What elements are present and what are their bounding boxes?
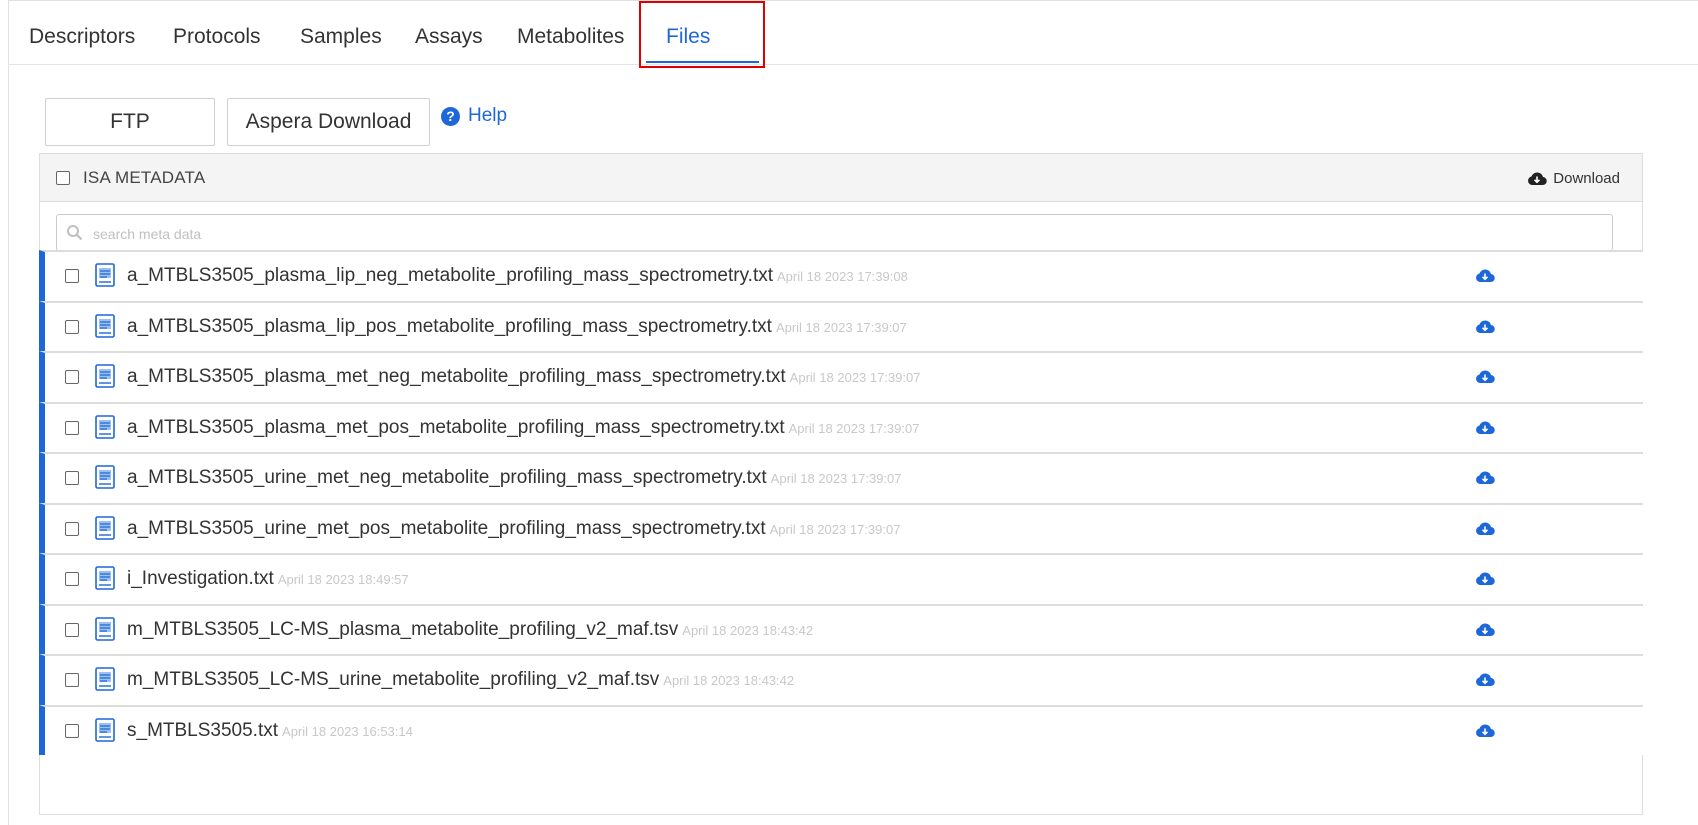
- cloud-download-icon[interactable]: [1475, 369, 1495, 384]
- file-date: April 18 2023 16:53:14: [282, 723, 413, 739]
- file-name[interactable]: s_MTBLS3505.txt April 18 2023 16:53:14: [127, 720, 413, 742]
- document-icon: [95, 313, 115, 338]
- cloud-download-icon[interactable]: [1475, 470, 1495, 485]
- file-name-text[interactable]: s_MTBLS3505.txt: [127, 720, 278, 741]
- file-date: April 18 2023 17:39:08: [777, 269, 908, 284]
- document-icon: [95, 465, 115, 489]
- file-name[interactable]: a_MTBLS3505_plasma_lip_neg_metabolite_pr…: [127, 265, 908, 287]
- ftp-download-button[interactable]: FTP Download: [45, 98, 215, 179]
- file-row[interactable]: a_MTBLS3505_plasma_met_pos_metabolite_pr…: [39, 401, 1643, 452]
- file-checkbox[interactable]: [65, 572, 79, 586]
- cloud-download-icon[interactable]: [1475, 672, 1495, 687]
- file-date: April 18 2023 17:39:07: [788, 420, 920, 436]
- tab-assays[interactable]: Assays: [415, 25, 483, 49]
- file-row[interactable]: a_MTBLS3505_plasma_met_neg_metabolite_pr…: [39, 351, 1643, 402]
- tab-descriptors[interactable]: Descriptors: [29, 25, 135, 49]
- search-icon: [67, 225, 83, 241]
- question-circle-icon: ?: [441, 106, 460, 126]
- file-row[interactable]: m_MTBLS3505_LC-MS_plasma_metabolite_prof…: [39, 603, 1643, 654]
- tab-samples[interactable]: Samples: [300, 25, 382, 49]
- document-icon: [95, 667, 115, 691]
- tab-metabolites[interactable]: Metabolites: [517, 25, 624, 49]
- file-date: April 18 2023 17:39:07: [775, 319, 907, 335]
- select-all-checkbox[interactable]: [56, 171, 70, 185]
- file-name[interactable]: a_MTBLS3505_urine_met_pos_metabolite_pro…: [127, 518, 900, 540]
- cloud-download-icon[interactable]: [1475, 521, 1495, 536]
- cloud-download-icon: [1528, 172, 1548, 186]
- file-date: April 18 2023 18:49:57: [277, 572, 409, 587]
- page-frame: Descriptors Protocols Samples Assays Met…: [8, 0, 1698, 825]
- file-checkbox[interactable]: [65, 370, 79, 384]
- search-field[interactable]: [56, 214, 1613, 252]
- file-name[interactable]: a_MTBLS3505_plasma_met_neg_metabolite_pr…: [127, 366, 921, 388]
- panel-header: ISA METADATA Download: [40, 154, 1642, 202]
- cloud-download-icon[interactable]: [1475, 319, 1495, 334]
- document-icon: [95, 515, 115, 540]
- file-name[interactable]: a_MTBLS3505_urine_met_neg_metabolite_pro…: [127, 467, 902, 489]
- document-icon: [95, 616, 115, 641]
- file-name-text[interactable]: i_Investigation.txt: [127, 568, 274, 589]
- file-checkbox[interactable]: [65, 521, 79, 536]
- file-checkbox[interactable]: [65, 673, 79, 687]
- file-row[interactable]: a_MTBLS3505_plasma_lip_neg_metabolite_pr…: [39, 250, 1643, 301]
- file-name-text[interactable]: a_MTBLS3505_plasma_lip_neg_metabolite_pr…: [127, 265, 773, 286]
- file-checkbox[interactable]: [65, 269, 79, 283]
- file-row[interactable]: a_MTBLS3505_plasma_lip_pos_metabolite_pr…: [39, 300, 1643, 351]
- file-row[interactable]: a_MTBLS3505_urine_met_pos_metabolite_pro…: [39, 502, 1643, 553]
- file-list: a_MTBLS3505_plasma_lip_neg_metabolite_pr…: [39, 250, 1643, 755]
- tab-bar: Descriptors Protocols Samples Assays Met…: [9, 1, 1698, 65]
- document-icon: [95, 566, 115, 590]
- cloud-download-icon[interactable]: [1475, 420, 1495, 435]
- download-all-label: Download: [1553, 170, 1620, 187]
- file-date: April 18 2023 18:43:42: [663, 673, 795, 688]
- file-name-text[interactable]: a_MTBLS3505_plasma_met_pos_metabolite_pr…: [127, 417, 785, 438]
- file-name[interactable]: m_MTBLS3505_LC-MS_plasma_metabolite_prof…: [127, 619, 813, 641]
- file-name[interactable]: a_MTBLS3505_plasma_met_pos_metabolite_pr…: [127, 417, 919, 439]
- tab-files[interactable]: Files: [666, 25, 710, 49]
- file-row[interactable]: a_MTBLS3505_urine_met_neg_metabolite_pro…: [39, 452, 1643, 503]
- document-icon: [95, 717, 115, 742]
- file-name-text[interactable]: a_MTBLS3505_plasma_met_neg_metabolite_pr…: [127, 366, 786, 387]
- file-date: April 18 2023 17:39:07: [770, 471, 902, 486]
- file-row[interactable]: m_MTBLS3505_LC-MS_urine_metabolite_profi…: [39, 654, 1643, 705]
- panel-title: ISA METADATA: [83, 168, 206, 187]
- file-name-text[interactable]: m_MTBLS3505_LC-MS_plasma_metabolite_prof…: [127, 619, 678, 640]
- help-label: Help: [468, 105, 508, 126]
- file-date: April 18 2023 17:39:07: [789, 370, 921, 385]
- file-row[interactable]: s_MTBLS3505.txt April 18 2023 16:53:14: [39, 704, 1643, 755]
- cloud-download-icon[interactable]: [1475, 622, 1495, 637]
- file-name[interactable]: i_Investigation.txt April 18 2023 18:49:5…: [127, 568, 409, 590]
- tab-protocols[interactable]: Protocols: [173, 25, 261, 49]
- active-tab-underline: [646, 61, 759, 63]
- cloud-download-icon[interactable]: [1475, 571, 1495, 586]
- file-date: April 18 2023 18:43:42: [682, 622, 814, 638]
- aspera-download-button[interactable]: Aspera Download: [227, 98, 430, 146]
- file-name-text[interactable]: m_MTBLS3505_LC-MS_urine_metabolite_profi…: [127, 669, 659, 690]
- file-checkbox[interactable]: [65, 622, 79, 637]
- document-icon: [95, 414, 115, 439]
- file-name-text[interactable]: a_MTBLS3505_urine_met_neg_metabolite_pro…: [127, 467, 767, 488]
- file-name-text[interactable]: a_MTBLS3505_plasma_lip_pos_metabolite_pr…: [127, 316, 772, 337]
- file-name[interactable]: a_MTBLS3505_plasma_lip_pos_metabolite_pr…: [127, 316, 907, 338]
- file-name[interactable]: m_MTBLS3505_LC-MS_urine_metabolite_profi…: [127, 669, 794, 691]
- download-all-button[interactable]: Download: [1527, 170, 1620, 187]
- isa-metadata-panel: ISA METADATA Download a_MTBLS3505_plasma…: [39, 153, 1643, 815]
- file-checkbox[interactable]: [65, 319, 79, 334]
- file-date: April 18 2023 17:39:07: [769, 521, 901, 537]
- file-checkbox[interactable]: [65, 723, 79, 738]
- help-link[interactable]: ? Help: [441, 105, 507, 127]
- search-input[interactable]: [91, 215, 1595, 252]
- document-icon: [95, 364, 115, 388]
- file-row[interactable]: i_Investigation.txt April 18 2023 18:49:5…: [39, 553, 1643, 604]
- file-checkbox[interactable]: [65, 471, 79, 485]
- cloud-download-icon[interactable]: [1475, 723, 1495, 738]
- file-name-text[interactable]: a_MTBLS3505_urine_met_pos_metabolite_pro…: [127, 518, 766, 539]
- cloud-download-icon[interactable]: [1475, 268, 1495, 283]
- document-icon: [95, 263, 115, 287]
- file-checkbox[interactable]: [65, 420, 79, 435]
